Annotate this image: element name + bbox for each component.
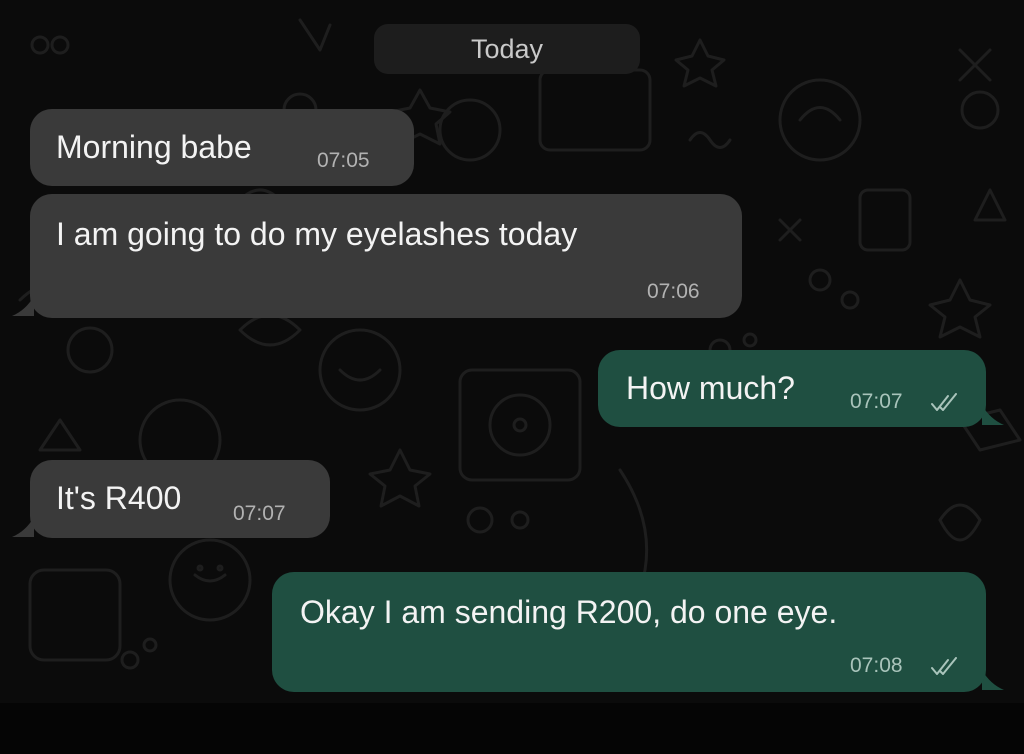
message-bubble-incoming[interactable]: It's R400 07:07 xyxy=(30,460,330,538)
date-separator: Today xyxy=(374,24,640,74)
message-time: 07:05 xyxy=(317,149,370,172)
message-time: 07:06 xyxy=(647,280,700,303)
chat-view: Today Morning babe 07:05 I am going to d… xyxy=(0,0,1024,703)
message-time: 07:08 xyxy=(850,654,903,677)
date-separator-label: Today xyxy=(470,33,544,64)
message-bubble-outgoing[interactable]: Okay I am sending R200, do one eye. 07:0… xyxy=(272,572,986,692)
message-bubble-incoming[interactable]: Morning babe 07:05 xyxy=(30,109,414,186)
message-text: Okay I am sending R200, do one eye. xyxy=(300,594,838,630)
message-text: Morning babe xyxy=(56,129,252,165)
message-time: 07:07 xyxy=(850,390,903,413)
double-check-icon xyxy=(931,393,957,411)
message-text: How much? xyxy=(626,370,795,406)
message-bubble-outgoing[interactable]: How much? 07:07 xyxy=(598,350,986,427)
bottom-bar xyxy=(0,703,1024,754)
double-check-icon xyxy=(931,657,957,675)
message-time: 07:07 xyxy=(233,502,286,525)
message-text: It's R400 xyxy=(56,480,182,516)
message-bubble-incoming[interactable]: I am going to do my eyelashes today 07:0… xyxy=(30,194,742,318)
message-text: I am going to do my eyelashes today xyxy=(56,216,578,252)
